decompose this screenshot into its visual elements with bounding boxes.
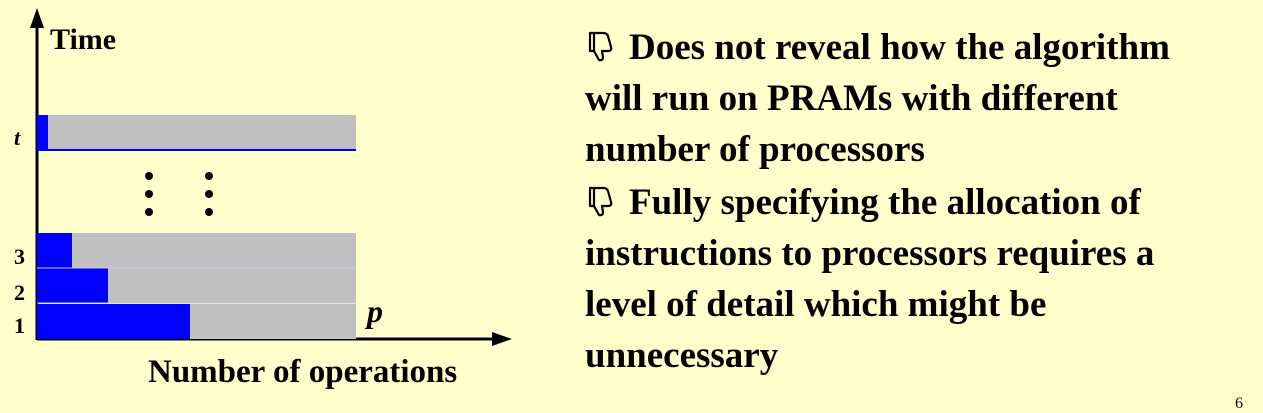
bullet-2-line-3: level of detail which might be bbox=[585, 284, 1047, 325]
bar-row-2 bbox=[37, 268, 356, 303]
row-label-1: 1 bbox=[14, 313, 25, 338]
bar-row-t bbox=[37, 115, 356, 151]
p-label: p bbox=[364, 293, 383, 329]
bullet-1-line-3: number of processors bbox=[585, 129, 925, 170]
work-time-diagram: Time Number of operations p t 3 2 1 bbox=[14, 8, 512, 390]
row-label-3: 3 bbox=[14, 244, 25, 269]
bar-row-t-filled bbox=[37, 115, 48, 151]
x-axis-arrowhead bbox=[492, 332, 512, 346]
bullet-2-line-2: instructions to processors requires a bbox=[585, 233, 1155, 274]
y-axis-arrowhead bbox=[30, 8, 44, 28]
bar-row-3-remaining bbox=[37, 233, 356, 268]
bullet-item: Fully specifying the allocation of instr… bbox=[585, 177, 1255, 381]
bar-row-3 bbox=[37, 233, 356, 268]
vertical-ellipsis-icon bbox=[145, 172, 213, 216]
bullet-1-line-2: will run on PRAMs with different bbox=[585, 78, 1118, 119]
thumbs-down-icon bbox=[585, 22, 629, 73]
thumbs-down-icon bbox=[585, 177, 629, 228]
bullet-list: Does not reveal how the algorithm will r… bbox=[585, 22, 1255, 381]
bar-row-2-filled bbox=[37, 268, 108, 303]
y-axis-label: Time bbox=[50, 23, 116, 56]
row-label-t: t bbox=[14, 125, 21, 150]
row-label-2: 2 bbox=[14, 280, 25, 305]
bar-row-1-filled bbox=[37, 304, 190, 339]
bar-row-1 bbox=[37, 304, 356, 339]
bullet-2-line-4: unnecessary bbox=[585, 335, 779, 376]
bar-row-3-filled bbox=[37, 233, 72, 268]
page-number: 6 bbox=[1235, 395, 1243, 412]
bar-row-t-remaining bbox=[37, 115, 356, 151]
x-axis-label: Number of operations bbox=[148, 354, 457, 390]
bullet-2-line-1: Fully specifying the allocation of bbox=[629, 182, 1141, 223]
bullet-1-line-1: Does not reveal how the algorithm bbox=[629, 27, 1170, 68]
bullet-item: Does not reveal how the algorithm will r… bbox=[585, 22, 1255, 175]
